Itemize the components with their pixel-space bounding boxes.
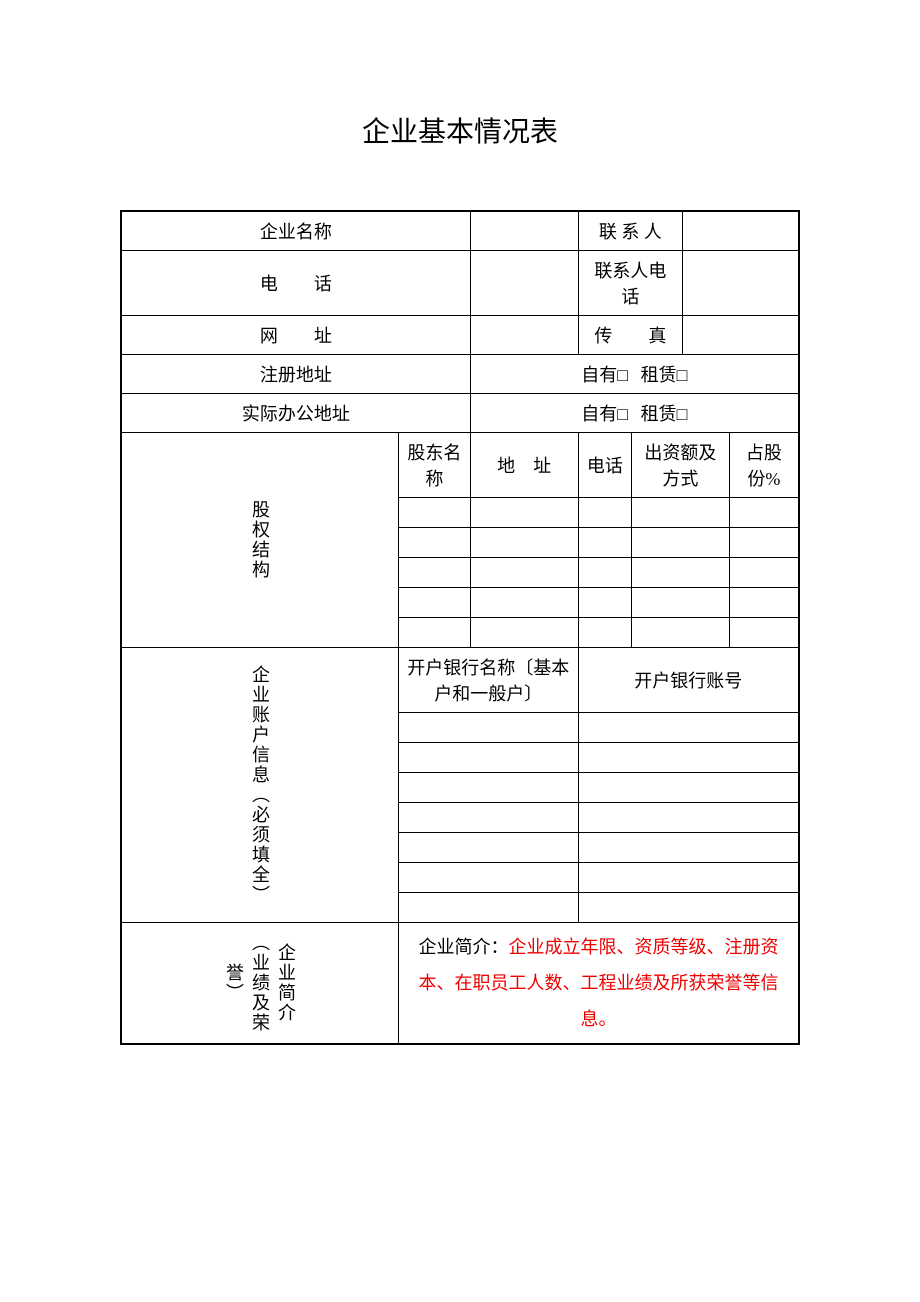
page-title: 企业基本情况表 [0,0,920,210]
bank-acct[interactable] [578,893,799,923]
sh-addr[interactable] [470,498,578,528]
office-addr-own-checkbox[interactable]: 自有□ [581,404,628,424]
value-company-name[interactable] [470,211,578,251]
label-website: 网 址 [121,316,470,355]
sh-invest[interactable] [632,498,730,528]
bank-name[interactable] [399,803,579,833]
sh-header-pct: 占股份% [729,433,799,498]
label-contact-phone: 联系人电话 [578,251,683,316]
bank-acct[interactable] [578,833,799,863]
reg-addr-own-checkbox[interactable]: 自有□ [581,365,628,385]
sh-invest[interactable] [632,618,730,648]
intro-content-cell[interactable]: 企业简介：企业成立年限、资质等级、注册资本、在职员工人数、工程业绩及所获荣誉等信… [399,923,800,1045]
sh-phone[interactable] [578,618,632,648]
sh-header-phone: 电话 [578,433,632,498]
label-fax: 传 真 [578,316,683,355]
sh-pct[interactable] [729,528,799,558]
sh-pct[interactable] [729,558,799,588]
sh-pct[interactable] [729,588,799,618]
bank-acct[interactable] [578,713,799,743]
section-shareholders: 股权结构 [121,433,399,648]
label-company-name: 企业名称 [121,211,470,251]
sh-phone[interactable] [578,588,632,618]
sh-addr[interactable] [470,588,578,618]
sh-header-invest: 出资额及方式 [632,433,730,498]
sh-addr[interactable] [470,558,578,588]
value-contact-phone[interactable] [683,251,799,316]
office-addr-rent-checkbox[interactable]: 租赁□ [641,404,688,424]
intro-prefix: 企业简介： [419,937,509,957]
label-reg-address: 注册地址 [121,355,470,394]
value-phone[interactable] [470,251,578,316]
value-website[interactable] [470,316,578,355]
sh-name[interactable] [399,558,471,588]
sh-name[interactable] [399,528,471,558]
sh-invest[interactable] [632,588,730,618]
bank-acct[interactable] [578,773,799,803]
bank-header-name: 开户银行名称〔基本户和一般户〕 [399,648,579,713]
sh-header-addr: 地 址 [470,433,578,498]
section-bank: 企业账户信息︵必须填全︶ [121,648,399,923]
sh-header-name: 股东名称 [399,433,471,498]
label-phone: 电 话 [121,251,470,316]
sh-addr[interactable] [470,618,578,648]
bank-name[interactable] [399,743,579,773]
company-info-form: 企业名称 联 系 人 电 话 联系人电话 网 址 传 真 注册地址 自有□ 租赁… [120,210,800,1045]
value-reg-address[interactable]: 自有□ 租赁□ [470,355,799,394]
sh-invest[interactable] [632,528,730,558]
bank-header-acct: 开户银行账号 [578,648,799,713]
bank-name[interactable] [399,833,579,863]
bank-acct[interactable] [578,743,799,773]
value-fax[interactable] [683,316,799,355]
sh-phone[interactable] [578,558,632,588]
bank-name[interactable] [399,773,579,803]
bank-name[interactable] [399,893,579,923]
bank-name[interactable] [399,713,579,743]
sh-name[interactable] [399,618,471,648]
sh-addr[interactable] [470,528,578,558]
label-contact: 联 系 人 [578,211,683,251]
bank-acct[interactable] [578,803,799,833]
sh-invest[interactable] [632,558,730,588]
sh-phone[interactable] [578,528,632,558]
label-office-address: 实际办公地址 [121,394,470,433]
sh-name[interactable] [399,588,471,618]
bank-name[interactable] [399,863,579,893]
bank-acct[interactable] [578,863,799,893]
value-contact[interactable] [683,211,799,251]
sh-name[interactable] [399,498,471,528]
reg-addr-rent-checkbox[interactable]: 租赁□ [641,365,688,385]
sh-phone[interactable] [578,498,632,528]
sh-pct[interactable] [729,498,799,528]
sh-pct[interactable] [729,618,799,648]
section-intro: 企业简介︵业绩及荣誉︶ [121,923,399,1045]
value-office-address[interactable]: 自有□ 租赁□ [470,394,799,433]
